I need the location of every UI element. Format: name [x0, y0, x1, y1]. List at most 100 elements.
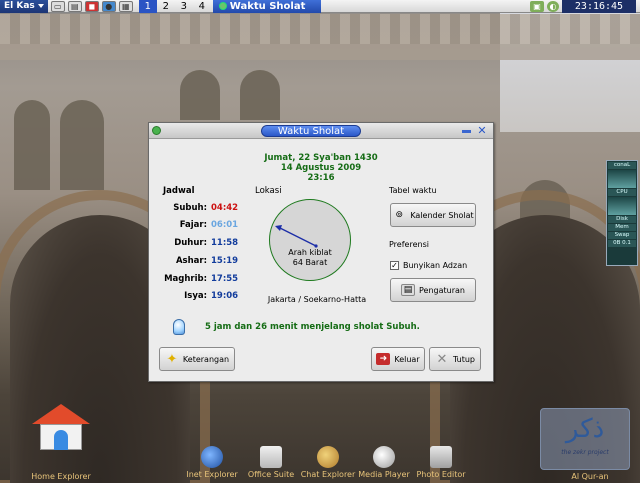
lokasi-title: Lokasi [255, 186, 282, 196]
photo-editor-label: Photo Editor [416, 470, 466, 479]
prayer-name: Duhur: [174, 238, 207, 248]
tabel-waktu-title: Tabel waktu [389, 186, 437, 195]
main-menu-button[interactable]: El Kas [0, 0, 48, 13]
prayer-row-ashar: Ashar: 15:19 [163, 256, 241, 266]
prayer-row-isya: Isya: 19:06 [163, 291, 241, 301]
chat-explorer-dock-icon[interactable]: Chat Explorer [300, 446, 356, 479]
kalender-sholat-label: Kalender Sholat [410, 210, 474, 220]
zekr-calligraphy-icon: ذکر [565, 414, 605, 444]
prayer-name: Subuh: [173, 203, 207, 213]
pdf-icon[interactable]: ◼ [84, 0, 99, 12]
main-menu-label: El Kas [4, 0, 35, 11]
network-icon[interactable]: ▣ [530, 1, 544, 12]
hijri-date: Jumat, 22 Sya'ban 1430 [264, 153, 378, 163]
minimize-icon[interactable] [462, 130, 471, 133]
zekr-logo-text: the zekr project [561, 449, 609, 456]
lightbulb-icon [173, 319, 185, 335]
star-icon: ✦ [166, 351, 178, 367]
prayer-time: 06:01 [211, 220, 239, 230]
compass-label: Arah kiblat 64 Barat [270, 248, 350, 268]
home-explorer-label: Home Explorer [31, 472, 91, 481]
sysmon-disk: Disk [608, 216, 636, 223]
sysmon-cpu: CPU [608, 189, 636, 196]
prayer-name: Fajar: [179, 220, 207, 230]
file-manager-icon[interactable]: ▦ [118, 0, 133, 12]
tutup-button[interactable]: ✕ Tutup [429, 347, 481, 371]
sysmon-top-label: conaL [608, 162, 636, 169]
close-icon: ✕ [436, 351, 448, 367]
workspace-2[interactable]: 2 [157, 0, 175, 13]
prayer-time: 17:55 [211, 274, 239, 284]
photo-icon [430, 446, 452, 468]
sysmon-graph [608, 170, 636, 188]
sysmon-graph [608, 197, 636, 215]
adzan-checkbox[interactable]: ✓ Bunyikan Adzan [390, 261, 467, 270]
al-quran-label: Al Qur-an [571, 472, 609, 481]
globe-icon [201, 446, 223, 468]
taskbar-item-waktu-sholat[interactable]: Waktu Sholat [212, 0, 321, 13]
office-suite-label: Office Suite [247, 470, 295, 479]
window-title: Waktu Sholat [261, 125, 361, 137]
sholat-tray-icon[interactable]: ◐ [547, 1, 559, 12]
sysmon-net: 0B 0.1 [608, 240, 636, 247]
compass-label-2: 64 Barat [292, 258, 328, 267]
media-player-dock-icon[interactable]: Media Player [358, 446, 410, 479]
tutup-label: Tutup [452, 354, 476, 364]
workspace-1[interactable]: 1 [138, 0, 157, 13]
exit-icon: ➜ [376, 353, 391, 365]
keluar-label: Keluar [394, 354, 420, 364]
kalender-sholat-button[interactable]: ⊚ Kalender Sholat [390, 203, 476, 227]
zekr-logo[interactable]: ذکر the zekr project [540, 408, 630, 470]
keluar-button[interactable]: ➜ Keluar [371, 347, 425, 371]
keterangan-label: Keterangan [182, 354, 230, 364]
chat-icon [317, 446, 339, 468]
window-titlebar[interactable]: Waktu Sholat ✕ [149, 123, 493, 139]
media-icon [373, 446, 395, 468]
qibla-arrow [275, 225, 318, 248]
office-suite-dock-icon[interactable]: Office Suite [244, 446, 298, 479]
current-time: 23:16 [307, 173, 335, 183]
wallpaper-window [240, 70, 280, 120]
inet-explorer-label: Inet Explorer [186, 470, 238, 479]
city-label: Jakarta / Soekarno-Hatta [267, 295, 367, 304]
clock[interactable]: 23:16:45 [562, 0, 636, 13]
globe-icon[interactable]: ● [101, 0, 116, 12]
desktop-icon[interactable]: ▭ [50, 0, 65, 12]
gregorian-date: 14 Agustus 2009 [280, 163, 362, 173]
prayer-time: 11:58 [211, 238, 239, 248]
keterangan-button[interactable]: ✦ Keterangan [159, 347, 235, 371]
workspace-4[interactable]: 4 [193, 0, 211, 13]
pengaturan-button[interactable]: ▤ Pengaturan [390, 278, 476, 302]
info-row: 5 jam dan 26 menit menjelang sholat Subu… [173, 319, 420, 335]
prayer-row-subuh: Subuh: 04:42 [163, 203, 241, 213]
qibla-compass: Arah kiblat 64 Barat [269, 199, 351, 281]
prayer-name: Maghrib: [164, 274, 207, 284]
jadwal-title: Jadwal [163, 186, 195, 196]
home-explorer-desktop-icon[interactable]: Home Explorer [28, 404, 94, 481]
app-icon [152, 126, 161, 135]
close-icon[interactable]: ✕ [476, 125, 488, 136]
taskbar-item-label: Waktu Sholat [229, 0, 306, 12]
chat-explorer-label: Chat Explorer [300, 470, 356, 479]
prayer-time: 15:19 [211, 256, 239, 266]
wallpaper-window [14, 100, 50, 190]
checkbox-icon[interactable]: ✓ [390, 261, 399, 270]
binoculars-icon: ⊚ [395, 209, 404, 220]
system-monitor: conaL CPU Disk Mem Swap 0B 0.1 [606, 160, 638, 266]
prayer-row-fajar: Fajar: 06:01 [163, 220, 241, 230]
app-icon [218, 2, 227, 10]
sysmon-swap: Swap [608, 232, 636, 239]
compass-label-1: Arah kiblat [288, 248, 332, 257]
system-tray: ▣ ◐ 23:16:45 [530, 0, 640, 13]
photo-editor-dock-icon[interactable]: Photo Editor [414, 446, 468, 479]
wallpaper-window [60, 100, 104, 190]
prayer-name: Ashar: [175, 256, 207, 266]
inet-explorer-dock-icon[interactable]: Inet Explorer [186, 446, 238, 479]
terminal-icon[interactable]: ▤ [67, 0, 82, 12]
al-quran-desktop-icon[interactable]: Al Qur-an [560, 472, 620, 481]
countdown-text: 5 jam dan 26 menit menjelang sholat Subu… [205, 322, 420, 332]
prayer-time: 04:42 [211, 203, 239, 213]
settings-icon: ▤ [401, 284, 415, 296]
waktu-sholat-window: Waktu Sholat ✕ Jumat, 22 Sya'ban 1430 14… [148, 122, 494, 382]
workspace-3[interactable]: 3 [175, 0, 193, 13]
